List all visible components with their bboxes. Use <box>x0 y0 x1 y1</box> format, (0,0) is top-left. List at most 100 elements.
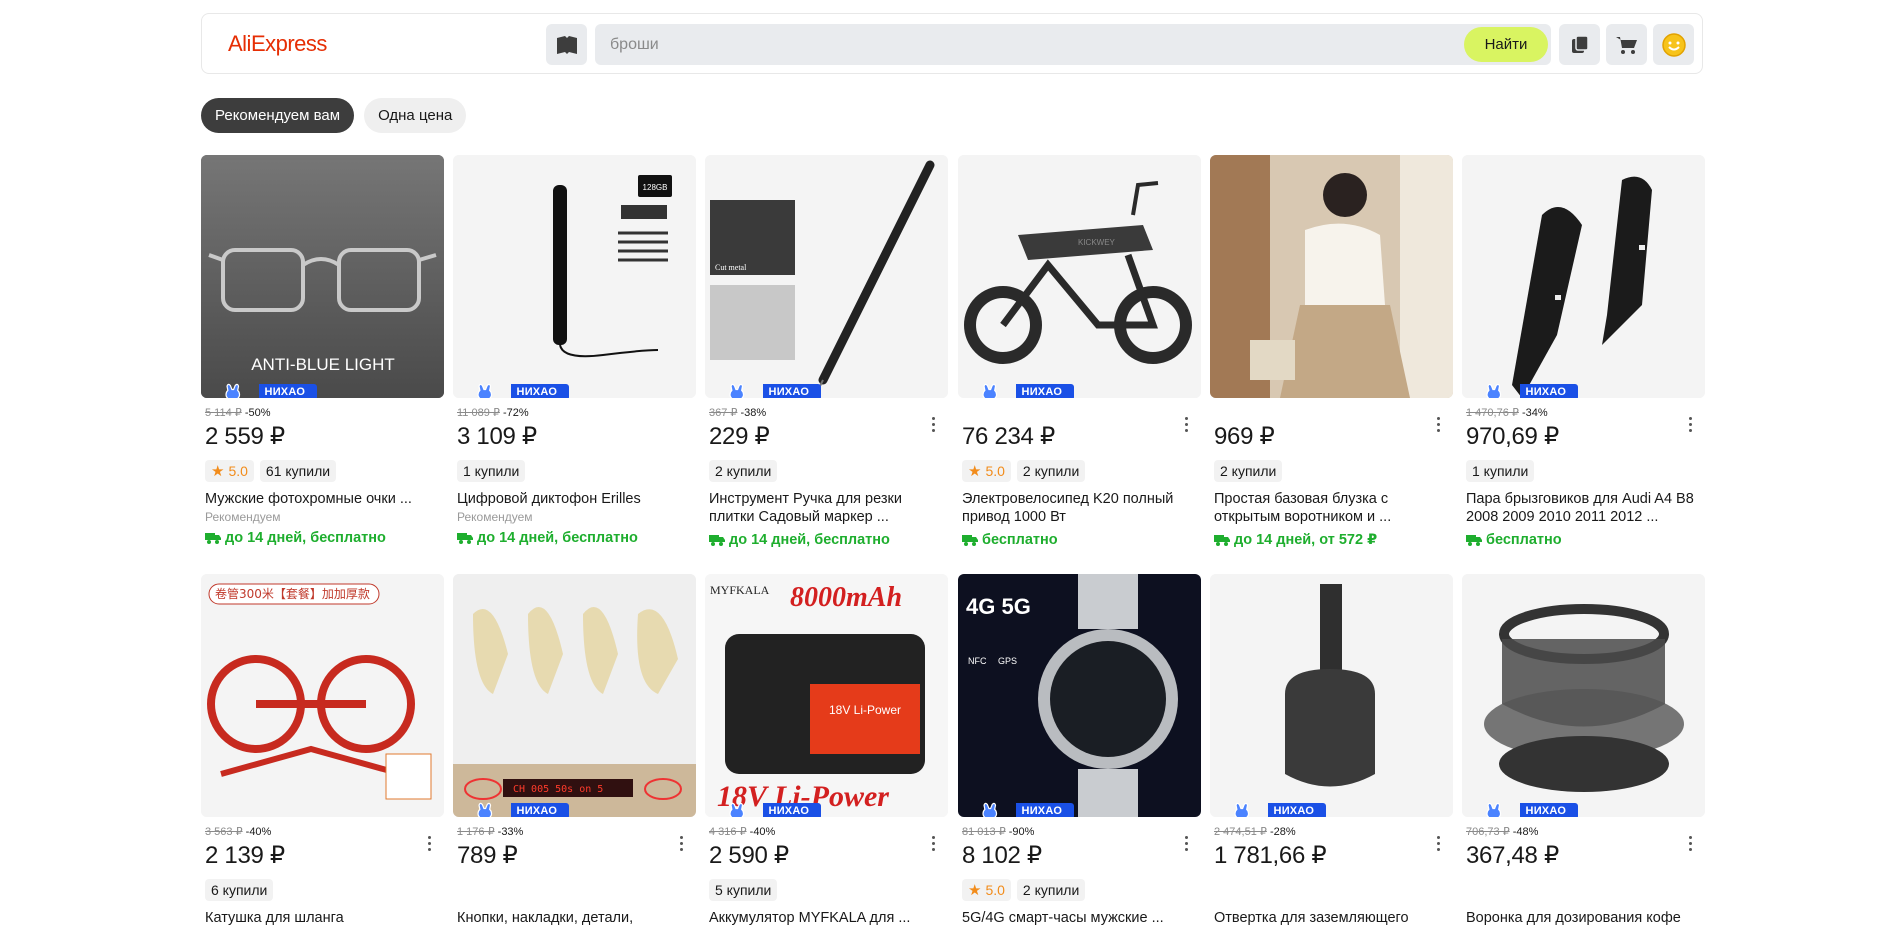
rating-pill: ★ 5.0 <box>205 460 254 482</box>
old-price: 81 013 ₽ <box>962 826 1006 838</box>
product-title[interactable]: Электровелосипед K20 полный привод 1000 … <box>958 490 1201 526</box>
cart-icon <box>1615 36 1637 54</box>
more-options-icon[interactable] <box>924 832 942 854</box>
product-image[interactable] <box>1210 155 1453 398</box>
more-options-icon[interactable] <box>1681 413 1699 435</box>
profile-button[interactable] <box>1653 24 1694 65</box>
product-image[interactable]: НИХАО СКИДКА <box>1462 155 1705 398</box>
discount-percent: -33% <box>497 826 524 838</box>
product-price: 2 590 ₽ <box>709 842 789 869</box>
discount-percent: -40% <box>749 826 776 838</box>
more-options-icon[interactable] <box>420 832 438 854</box>
badge-label: НИХАО СКИДКА <box>510 384 570 398</box>
orders-button[interactable] <box>1559 24 1600 65</box>
shipping-text: до 14 дней, бесплатно <box>225 530 386 546</box>
tab-one-price[interactable]: Одна цена <box>364 98 467 133</box>
recommended-label: Рекомендуем <box>457 510 533 524</box>
product-price: 789 ₽ <box>457 842 518 869</box>
product-card[interactable]: 128GB НИХАО СКИДКА 11 089 ₽ -72% 3 109 ₽ 1 к… <box>453 155 696 546</box>
product-image[interactable]: 卷管300米【套餐】加加厚款 <box>201 574 444 817</box>
more-options-icon[interactable] <box>1177 413 1195 435</box>
star-icon: ★ <box>968 463 982 480</box>
product-meta: ★ 5.0 61 купили <box>201 460 444 482</box>
more-options-icon[interactable] <box>1681 832 1699 854</box>
truck-icon <box>1466 535 1482 546</box>
bunny-icon <box>982 383 998 398</box>
product-card[interactable]: 4G 5G NFC GPS НИХАО СКИДКА 81 013 ₽ -90% 8 10… <box>958 574 1201 927</box>
more-options-icon[interactable] <box>1429 832 1447 854</box>
product-card[interactable]: KICKWEYНИХАО СКИДКА 76 234 ₽ ★5.02 купили… <box>958 155 1201 548</box>
product-image[interactable]: KICKWEY НИХАО СКИДКА <box>958 155 1201 398</box>
product-image[interactable]: НИХАО СКИДКА <box>1210 574 1453 817</box>
old-price-row: 2 474,51 ₽ -28% <box>1210 825 1453 839</box>
product-title[interactable]: Мужские фотохромные очки ... <box>201 490 444 508</box>
product-title[interactable]: Простая базовая блузка с открытым воротн… <box>1210 490 1453 526</box>
more-options-icon[interactable] <box>924 413 942 435</box>
cart-button[interactable] <box>1606 24 1647 65</box>
product-image[interactable]: 4G 5G NFC GPS НИХАО СКИДКА <box>958 574 1201 817</box>
star-icon: ★ <box>211 463 225 480</box>
product-card[interactable]: Cut metal НИХАО СКИДКА 367 ₽ -38% 229 ₽ 2 ку… <box>705 155 948 548</box>
old-price-row: 1 470,76 ₽ -34% <box>1462 406 1705 420</box>
catalog-icon <box>556 35 577 54</box>
product-price: 970,69 ₽ <box>1466 423 1559 450</box>
product-meta: 1 купили <box>1462 460 1705 482</box>
discount-percent: -50% <box>244 407 271 419</box>
product-card[interactable]: НИХАО СКИДКА 1 470,76 ₽ -34% 970,69 ₽ 1 куп… <box>1462 155 1705 548</box>
product-title[interactable]: Инструмент Ручка для резки плитки Садовы… <box>705 490 948 526</box>
product-card[interactable]: НИХАО СКИДКА 706,73 ₽ -48% 367,48 ₽ Воронка… <box>1462 574 1705 927</box>
product-image[interactable]: 128GB НИХАО СКИДКА <box>453 155 696 398</box>
more-options-icon[interactable] <box>1177 832 1195 854</box>
product-price: 229 ₽ <box>709 423 770 450</box>
old-price-row: 3 563 ₽ -40% <box>201 825 444 839</box>
product-image[interactable]: НИХАО СКИДКА <box>1462 574 1705 817</box>
product-card[interactable]: MYFKALA 8000mAh 18V Li-Power 18V Li-Power НИ… <box>705 574 948 927</box>
tab-recommended[interactable]: Рекомендуем вам <box>201 98 355 133</box>
smiley-avatar-icon <box>1661 32 1686 57</box>
discount-percent: -40% <box>245 826 272 838</box>
product-title[interactable]: Катушка для шланга <box>201 909 444 927</box>
catalog-button[interactable] <box>546 24 587 65</box>
more-options-icon[interactable] <box>1429 413 1447 435</box>
nihao-discount-badge: НИХАО СКИДКА <box>1212 802 1327 817</box>
product-meta: 6 купили <box>201 879 444 901</box>
sold-count: 2 купили <box>1016 460 1086 482</box>
product-card[interactable]: CH 005 50s on 5 НИХАО СКИДКА 1 176 ₽ -33% 7… <box>453 574 696 927</box>
old-price: 11 089 ₽ <box>457 407 500 419</box>
product-card[interactable]: НИХАО СКИДКА2 474,51 ₽ -28%1 781,66 ₽Отв… <box>1210 574 1453 927</box>
product-title[interactable]: 5G/4G смарт-часы мужские ... <box>958 909 1201 927</box>
shipping-info: до 14 дней, бесплатно <box>453 530 696 546</box>
product-card[interactable]: 969 ₽ 2 купили Простая базовая блузка с от… <box>1210 155 1453 548</box>
old-price: 3 563 ₽ <box>205 826 243 838</box>
old-price-row: 11 089 ₽ -72% <box>453 406 696 420</box>
svg-text:KICKWEY: KICKWEY <box>1078 238 1116 247</box>
nihao-discount-badge: НИХАО СКИДКА <box>707 802 822 817</box>
product-title[interactable]: Пара брызговиков для Audi A4 B8 2008 200… <box>1462 490 1705 526</box>
product-price: 76 234 ₽ <box>962 423 1055 450</box>
product-image[interactable]: ANTI-BLUE LIGHT НИХАО СКИДКА <box>201 155 444 398</box>
old-price-row: 706,73 ₽ -48% <box>1462 825 1705 839</box>
product-card[interactable]: ANTI-BLUE LIGHT НИХАО СКИДКА 5 114 ₽ -50% 2… <box>201 155 444 546</box>
product-image[interactable]: CH 005 50s on 5 НИХАО СКИДКА <box>453 574 696 817</box>
product-meta: ★ 5.0 2 купили <box>958 460 1201 482</box>
product-title[interactable]: Цифровой диктофон Erilles <box>453 490 696 508</box>
badge-label: НИХАО СКИДКА <box>1519 803 1579 817</box>
bunny-icon <box>225 383 241 398</box>
product-title[interactable]: Кнопки, накладки, детали, <box>453 909 696 927</box>
sold-count: 6 купили <box>205 879 274 901</box>
svg-text:GPS: GPS <box>998 656 1017 666</box>
badge-label: НИХАО СКИДКА <box>1519 384 1579 398</box>
shipping-info: бесплатно <box>1462 532 1705 548</box>
search-button[interactable]: Найти <box>1464 27 1548 62</box>
product-meta <box>453 879 696 901</box>
search-input[interactable] <box>610 24 1410 65</box>
svg-text:卷管300米【套餐】加加厚款: 卷管300米【套餐】加加厚款 <box>215 586 370 601</box>
aliexpress-logo[interactable]: AliExpress <box>228 31 327 57</box>
product-title[interactable]: Отвертка для заземляющего <box>1210 909 1453 927</box>
product-image[interactable]: MYFKALA 8000mAh 18V Li-Power 18V Li-Power НИ… <box>705 574 948 817</box>
more-options-icon[interactable] <box>672 832 690 854</box>
product-title[interactable]: Аккумулятор MYFKALA для ... <box>705 909 948 927</box>
product-title[interactable]: Воронка для дозирования кофе <box>1462 909 1705 927</box>
product-image[interactable]: Cut metal НИХАО СКИДКА <box>705 155 948 398</box>
product-card[interactable]: 卷管300米【套餐】加加厚款 3 563 ₽ -40% 2 139 ₽ 6 купил… <box>201 574 444 927</box>
